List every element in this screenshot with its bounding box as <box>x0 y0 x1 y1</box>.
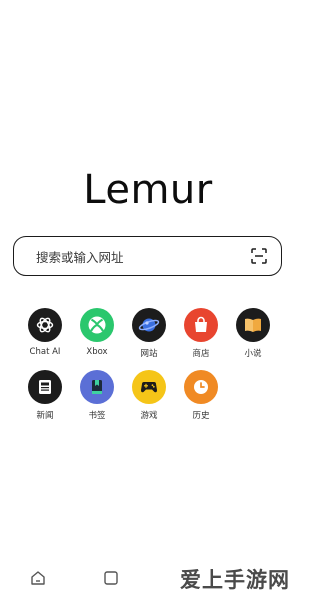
search-bar[interactable]: 搜索或输入网址 <box>13 236 282 276</box>
shortcut-website[interactable]: 网站 <box>123 308 175 370</box>
newspaper-icon <box>28 370 62 404</box>
bottom-navigation-bar: 爱上手游网 <box>0 550 296 600</box>
shortcut-label: Chat AI <box>29 347 61 357</box>
shortcut-news[interactable]: 新闻 <box>19 370 71 432</box>
chatgpt-icon <box>28 308 62 342</box>
watermark-text: 爱上手游网 <box>180 568 290 592</box>
shortcut-label: 游戏 <box>140 411 158 421</box>
shortcut-label: 书签 <box>88 411 106 421</box>
shortcut-label: 小说 <box>244 349 262 359</box>
shortcut-grid: Chat AI Xbox 网站 商店 小说 新闻 书签 游戏 历史 <box>19 308 279 432</box>
scan-icon[interactable] <box>249 246 269 266</box>
shortcut-xbox[interactable]: Xbox <box>71 308 123 370</box>
app-logo: Lemur <box>83 167 213 213</box>
shortcut-games[interactable]: 游戏 <box>123 370 175 432</box>
shortcut-label: 网站 <box>140 349 158 359</box>
shortcut-novel[interactable]: 小说 <box>227 308 279 370</box>
planet-icon <box>132 308 166 342</box>
bookmark-icon <box>80 370 114 404</box>
search-input[interactable]: 搜索或输入网址 <box>36 247 249 266</box>
xbox-icon <box>80 308 114 342</box>
shortcut-label: Xbox <box>86 347 108 357</box>
shortcut-store[interactable]: 商店 <box>175 308 227 370</box>
gamepad-icon <box>132 370 166 404</box>
book-icon <box>236 308 270 342</box>
shortcut-bookmark[interactable]: 书签 <box>71 370 123 432</box>
shortcut-chat-ai[interactable]: Chat AI <box>19 308 71 370</box>
shortcut-label: 新闻 <box>36 411 54 421</box>
shortcut-history[interactable]: 历史 <box>175 370 227 432</box>
home-icon[interactable] <box>28 568 48 588</box>
shortcut-label: 历史 <box>192 411 210 421</box>
shopping-bag-icon <box>184 308 218 342</box>
shortcut-label: 商店 <box>192 349 210 359</box>
clock-icon <box>184 370 218 404</box>
tabs-icon[interactable] <box>101 568 121 588</box>
